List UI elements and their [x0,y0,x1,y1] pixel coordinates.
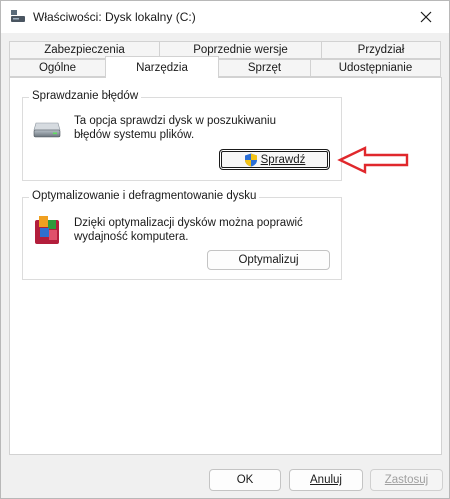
check-button[interactable]: Sprawdź [219,149,330,170]
tab-security-label: Zabezpieczenia [44,44,125,56]
error-checking-title: Sprawdzanie błędów [29,90,142,102]
error-checking-group: Sprawdzanie błędów Ta opcja sprawdzi dys… [22,90,342,181]
properties-window: Właściwości: Dysk lokalny (C:) Zabezpiec… [0,0,450,499]
red-arrow-annotation [337,146,409,174]
apply-button[interactable]: Zastosuj [370,469,443,491]
tab-sharing-label: Udostępnianie [338,62,413,74]
optimize-button[interactable]: Optymalizuj [207,250,330,270]
cancel-button[interactable]: Anuluj [289,469,363,491]
tab-hardware[interactable]: Sprzęt [218,59,311,77]
optimize-button-label: Optymalizuj [238,254,299,266]
tab-quota-label: Przydział [357,44,405,56]
tab-tools-label: Narzędzia [136,61,188,74]
error-checking-description: Ta opcja sprawdzi dysk w poszukiwaniu bł… [74,114,276,142]
error-checking-desc-line1: Ta opcja sprawdzi dysk w poszukiwaniu [74,115,276,127]
close-icon [420,11,432,23]
ok-button-label: OK [236,474,254,486]
tab-quota[interactable]: Przydział [321,41,441,59]
window-title: Właściwości: Dysk lokalny (C:) [33,10,196,24]
error-checking-desc-line2: błędów systemu plików. [74,129,195,141]
close-button[interactable] [403,1,449,33]
cancel-button-label: Anuluj [310,474,342,486]
tab-general[interactable]: Ogólne [9,59,106,77]
apply-button-label: Zastosuj [384,474,429,486]
tab-hardware-label: Sprzęt [247,62,282,74]
tab-previous-versions-label: Poprzednie wersje [193,44,288,56]
optimize-description: Dzięki optymalizacji dysków można popraw… [74,216,303,244]
tab-general-label: Ogólne [38,62,77,74]
optimize-desc-line1: Dzięki optymalizacji dysków można popraw… [74,217,303,229]
check-button-label: Sprawdź [260,153,306,166]
ok-button[interactable]: OK [209,469,281,491]
tab-sharing[interactable]: Udostępnianie [310,59,441,77]
defrag-icon [33,214,63,249]
tab-tools[interactable]: Narzędzia [105,56,219,78]
optimize-desc-line2: wydajność komputera. [74,231,189,243]
optimize-title: Optymalizowanie i defragmentowanie dysku [29,190,260,202]
drive-icon [33,120,61,141]
optimize-group: Optymalizowanie i defragmentowanie dysku… [22,190,342,280]
uac-shield-icon [244,153,258,167]
drive-window-icon [10,10,26,23]
tools-panel: Sprawdzanie błędów Ta opcja sprawdzi dys… [9,77,442,455]
title-bar[interactable]: Właściwości: Dysk lokalny (C:) [1,1,449,33]
